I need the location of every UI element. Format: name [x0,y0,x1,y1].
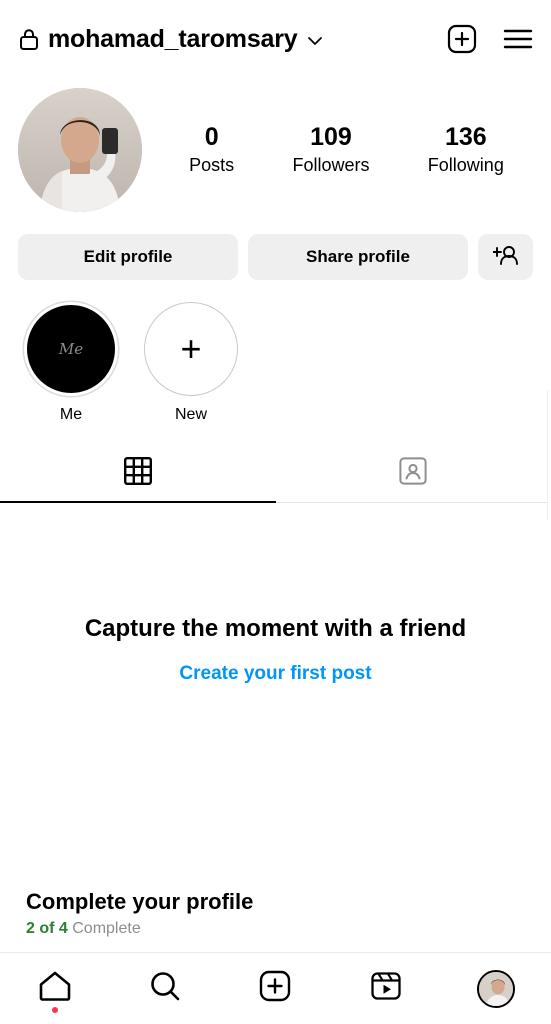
nav-home[interactable] [20,959,90,1019]
profile-tabs [0,444,551,503]
account-username[interactable]: mohamad_taromsary [48,25,298,54]
chevron-down-icon[interactable] [307,33,323,49]
hamburger-menu-icon[interactable] [503,27,533,51]
posts-count: 0 [204,122,219,151]
create-first-post-link[interactable]: Create your first post [179,663,371,685]
highlight-me-label: Me [59,406,83,423]
edit-profile-button[interactable]: Edit profile [18,234,238,280]
profile-stats: 0 Posts 109 Followers 136 Following [142,122,533,178]
highlight-me-inner-text: Me [58,340,84,358]
complete-profile-progress-suffix: Complete [72,920,141,937]
create-icon [259,970,291,1007]
stat-posts[interactable]: 0 Posts [189,122,234,178]
plus-icon: + [180,328,202,369]
profile-avatar[interactable] [18,88,142,212]
complete-profile-section[interactable]: Complete your profile 2 of 4 Complete [0,889,551,952]
reels-icon [370,970,402,1007]
highlight-new-circle[interactable]: + [144,302,238,396]
posts-label: Posts [189,155,235,176]
complete-profile-progress-count: 2 of 4 [26,920,68,937]
top-bar-actions [447,24,533,54]
story-highlights: Me Me + New [0,280,551,424]
followers-count: 109 [310,122,352,151]
nav-create[interactable] [240,959,310,1019]
profile-avatar-icon [476,969,515,1008]
bottom-navigation-bar [0,952,551,1024]
complete-profile-progress: 2 of 4 Complete [26,920,525,938]
empty-feed-state: Capture the moment with a friend Create … [0,503,551,889]
add-person-button[interactable] [478,234,533,280]
lock-icon [18,27,40,51]
add-person-icon [491,244,519,271]
search-icon [149,970,181,1007]
nav-reels[interactable] [351,959,421,1019]
highlight-me[interactable]: Me Me [22,302,120,424]
tagged-person-icon [399,456,427,490]
profile-header: 0 Posts 109 Followers 136 Following [0,78,551,212]
empty-state-title: Capture the moment with a friend [84,615,467,642]
tab-grid[interactable] [0,444,276,503]
following-count: 136 [444,122,487,151]
tab-tagged[interactable] [276,444,551,502]
highlight-me-circle[interactable]: Me [24,302,118,396]
stat-following[interactable]: 136 Following [428,122,504,178]
top-bar: mohamad_taromsary [0,0,551,78]
complete-profile-title: Complete your profile [26,889,254,914]
new-post-icon[interactable] [447,24,477,54]
home-notification-dot [52,1006,59,1013]
nav-profile[interactable] [461,959,531,1019]
instagram-profile-screen: mohamad_taromsary 0 Posts 109 Followers … [0,0,551,1024]
grid-icon [123,456,152,490]
stat-followers[interactable]: 109 Followers [292,122,369,178]
highlight-new-label: New [174,406,207,423]
following-label: Following [427,155,504,176]
followers-label: Followers [292,155,370,176]
share-profile-button[interactable]: Share profile [248,234,468,280]
home-icon [38,970,72,1007]
profile-action-buttons: Edit profile Share profile [0,212,551,280]
nav-search[interactable] [130,959,200,1019]
highlight-new[interactable]: + New [142,302,240,424]
